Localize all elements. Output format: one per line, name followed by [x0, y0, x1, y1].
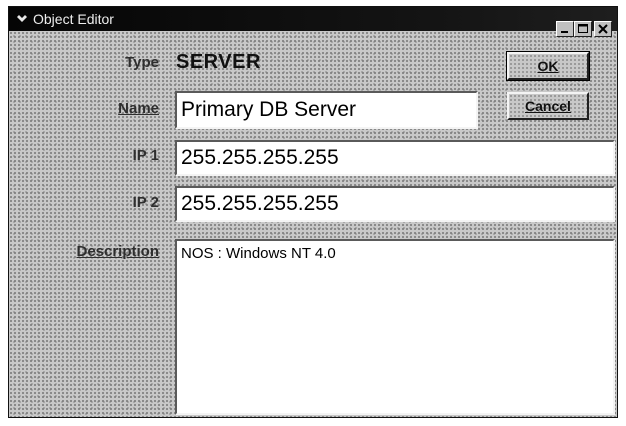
description-label-text: Description [76, 243, 159, 260]
name-input[interactable] [175, 91, 478, 129]
ip1-input[interactable] [175, 140, 615, 176]
ok-button[interactable]: OK [506, 51, 590, 81]
system-menu-icon[interactable] [15, 12, 29, 26]
name-label: Name [79, 100, 159, 117]
ip2-input[interactable] [175, 186, 615, 222]
ip2-label: IP 2 [132, 194, 159, 211]
cancel-button-label: Cancel [525, 98, 571, 114]
ip1-label: IP 1 [132, 147, 159, 164]
title-bar[interactable]: Object Editor [9, 7, 617, 37]
cancel-button[interactable]: Cancel [507, 92, 589, 120]
description-label: Description [39, 243, 159, 260]
type-label: Type [125, 54, 159, 71]
object-editor-window: Object Editor Type SERVER Name IP 1 IP 2… [8, 6, 618, 418]
maximize-icon[interactable] [574, 21, 592, 37]
type-value: SERVER [176, 51, 261, 73]
minimize-icon[interactable] [556, 21, 574, 37]
ok-button-label: OK [537, 58, 559, 74]
description-textarea[interactable]: NOS : Windows NT 4.0 [175, 239, 615, 415]
name-label-text: Name [118, 100, 159, 117]
close-icon[interactable] [594, 21, 612, 37]
window-title: Object Editor [33, 11, 114, 27]
